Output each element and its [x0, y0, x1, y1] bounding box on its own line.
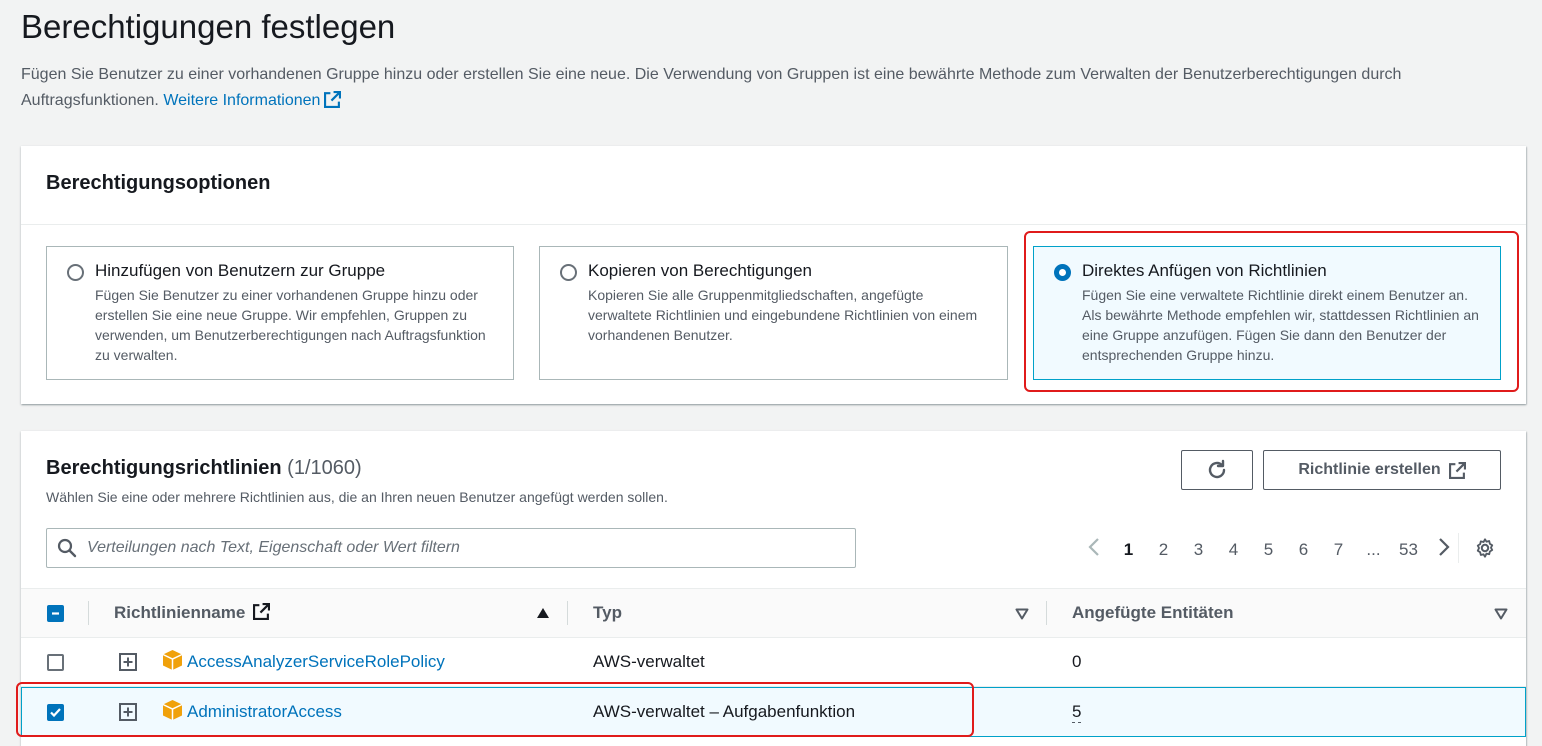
chevron-left-icon[interactable] [1076, 537, 1111, 562]
expand-plus-icon[interactable] [119, 653, 137, 671]
pagination: 1 2 3 4 5 6 7 ... 53 [1076, 537, 1461, 562]
table-row[interactable]: AccessAnalyzerServiceRolePolicy AWS-verw… [21, 637, 1526, 687]
policy-entities: 0 [1072, 652, 1082, 671]
option-title: Kopieren von Berechtigungen [588, 261, 812, 280]
column-divider [1046, 601, 1047, 625]
policy-type: AWS-verwaltet [593, 652, 705, 671]
page-ellipsis: ... [1366, 539, 1381, 559]
external-link-icon [324, 91, 342, 108]
policy-name-link[interactable]: AccessAnalyzerServiceRolePolicy [187, 652, 445, 672]
aws-package-icon [162, 650, 183, 670]
option-description: Kopieren Sie alle Gruppenmitgliedschafte… [588, 287, 978, 343]
radio-copy-permissions[interactable] [560, 264, 577, 281]
sort-descending-icon[interactable] [1015, 608, 1029, 620]
page-5[interactable]: 5 [1251, 540, 1286, 560]
column-header-entities[interactable]: Angefügte Entitäten [1072, 603, 1234, 623]
search-input[interactable] [87, 539, 827, 557]
option-copy-permissions[interactable]: Kopieren von Berechtigungen Kopieren Sie… [539, 246, 1008, 380]
chevron-right-icon[interactable] [1426, 537, 1461, 562]
option-add-to-group[interactable]: Hinzufügen von Benutzern zur Gruppe Füge… [46, 246, 514, 380]
radio-add-to-group[interactable] [67, 264, 84, 281]
row-checkbox[interactable] [47, 654, 64, 671]
page-description: Fügen Sie Benutzer zu einer vorhandenen … [21, 62, 1521, 114]
search-icon [57, 538, 77, 558]
page-title: Berechtigungen festlegen [21, 8, 396, 45]
permission-options-panel: Berechtigungsoptionen Hinzufügen von Ben… [21, 146, 1526, 404]
select-all-checkbox[interactable] [47, 605, 64, 622]
column-divider [567, 601, 568, 625]
option-description: Fügen Sie Benutzer zu einer vorhandenen … [95, 287, 486, 363]
learn-more-link[interactable]: Weitere Informationen [163, 91, 342, 109]
create-policy-button[interactable]: Richtlinie erstellen [1263, 450, 1501, 490]
sort-ascending-icon[interactable] [536, 607, 550, 619]
page-2[interactable]: 2 [1146, 540, 1181, 560]
table-header: Richtlinienname Typ Angefügte Entitäten [21, 588, 1526, 638]
policies-title: Berechtigungsrichtlinien (1/1060) [46, 457, 362, 480]
page-7[interactable]: 7 [1321, 540, 1356, 560]
column-name-label: Richtlinienname [114, 603, 246, 622]
page-1[interactable]: 1 [1111, 540, 1146, 560]
option-title: Hinzufügen von Benutzern zur Gruppe [95, 261, 386, 280]
page-3[interactable]: 3 [1181, 540, 1216, 560]
sort-descending-icon[interactable] [1494, 608, 1508, 620]
highlight-box [16, 682, 974, 737]
refresh-button[interactable] [1181, 450, 1253, 490]
external-link-icon [253, 603, 271, 620]
permission-options-title: Berechtigungsoptionen [21, 146, 1526, 225]
settings-gear-icon[interactable] [1474, 537, 1496, 564]
column-divider [88, 601, 89, 625]
learn-more-label: Weitere Informationen [163, 92, 321, 109]
highlight-box [1024, 231, 1519, 392]
policy-search[interactable] [46, 528, 856, 568]
policies-title-text: Berechtigungsrichtlinien [46, 457, 282, 479]
policies-count: (1/1060) [287, 457, 362, 479]
column-header-name[interactable]: Richtlinienname [114, 603, 271, 623]
pager-divider [1458, 533, 1459, 563]
page-4[interactable]: 4 [1216, 540, 1251, 560]
refresh-icon [1208, 459, 1226, 479]
policies-subtitle: Wählen Sie eine oder mehrere Richtlinien… [46, 489, 668, 505]
page-53[interactable]: 53 [1391, 540, 1426, 560]
page-6[interactable]: 6 [1286, 540, 1321, 560]
policy-entities[interactable]: 5 [1072, 702, 1082, 723]
external-link-icon [1448, 461, 1466, 479]
column-header-type[interactable]: Typ [593, 603, 622, 623]
create-policy-label: Richtlinie erstellen [1298, 461, 1441, 478]
